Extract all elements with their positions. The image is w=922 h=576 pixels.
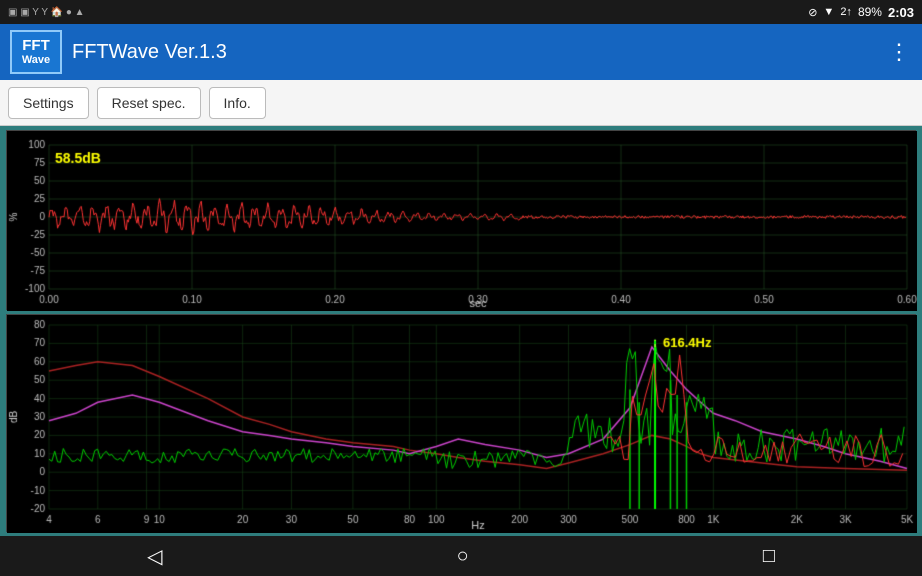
waveform-chart — [6, 130, 916, 310]
waveform-canvas — [7, 131, 917, 311]
app-logo: FFT Wave — [10, 30, 62, 74]
wifi-icon: ▼ — [823, 6, 834, 18]
no-sim-icon: ⊘ — [808, 6, 817, 19]
status-icons-left: ▣ ▣ Y Y 🏠 ● ▲ — [8, 7, 85, 18]
title-bar: FFT Wave FFTWave Ver.1.3 ⋮ — [0, 24, 922, 80]
title-left: FFT Wave FFTWave Ver.1.3 — [10, 30, 227, 74]
spectrum-canvas — [7, 315, 917, 533]
spectrum-chart — [6, 314, 916, 532]
time-display: 2:03 — [888, 5, 914, 20]
settings-button[interactable]: Settings — [8, 87, 89, 119]
logo-wave: Wave — [22, 54, 50, 66]
overflow-menu-button[interactable]: ⋮ — [888, 39, 912, 65]
reset-spec-button[interactable]: Reset spec. — [97, 87, 201, 119]
app-title: FFTWave Ver.1.3 — [72, 41, 227, 64]
home-button[interactable]: ○ — [437, 541, 489, 572]
charts-area — [0, 126, 922, 536]
nav-bar: ◁ ○ □ — [0, 536, 922, 576]
signal-icon: 2↑ — [840, 6, 852, 18]
status-icons-right: ⊘ ▼ 2↑ 89% 2:03 — [808, 5, 914, 20]
status-bar: ▣ ▣ Y Y 🏠 ● ▲ ⊘ ▼ 2↑ 89% 2:03 — [0, 0, 922, 24]
toolbar: Settings Reset spec. Info. — [0, 80, 922, 126]
info-button[interactable]: Info. — [209, 87, 266, 119]
logo-fft: FFT — [22, 38, 50, 55]
recent-apps-button[interactable]: □ — [743, 541, 795, 572]
battery-text: 89% — [858, 5, 882, 19]
back-button[interactable]: ◁ — [127, 540, 182, 573]
